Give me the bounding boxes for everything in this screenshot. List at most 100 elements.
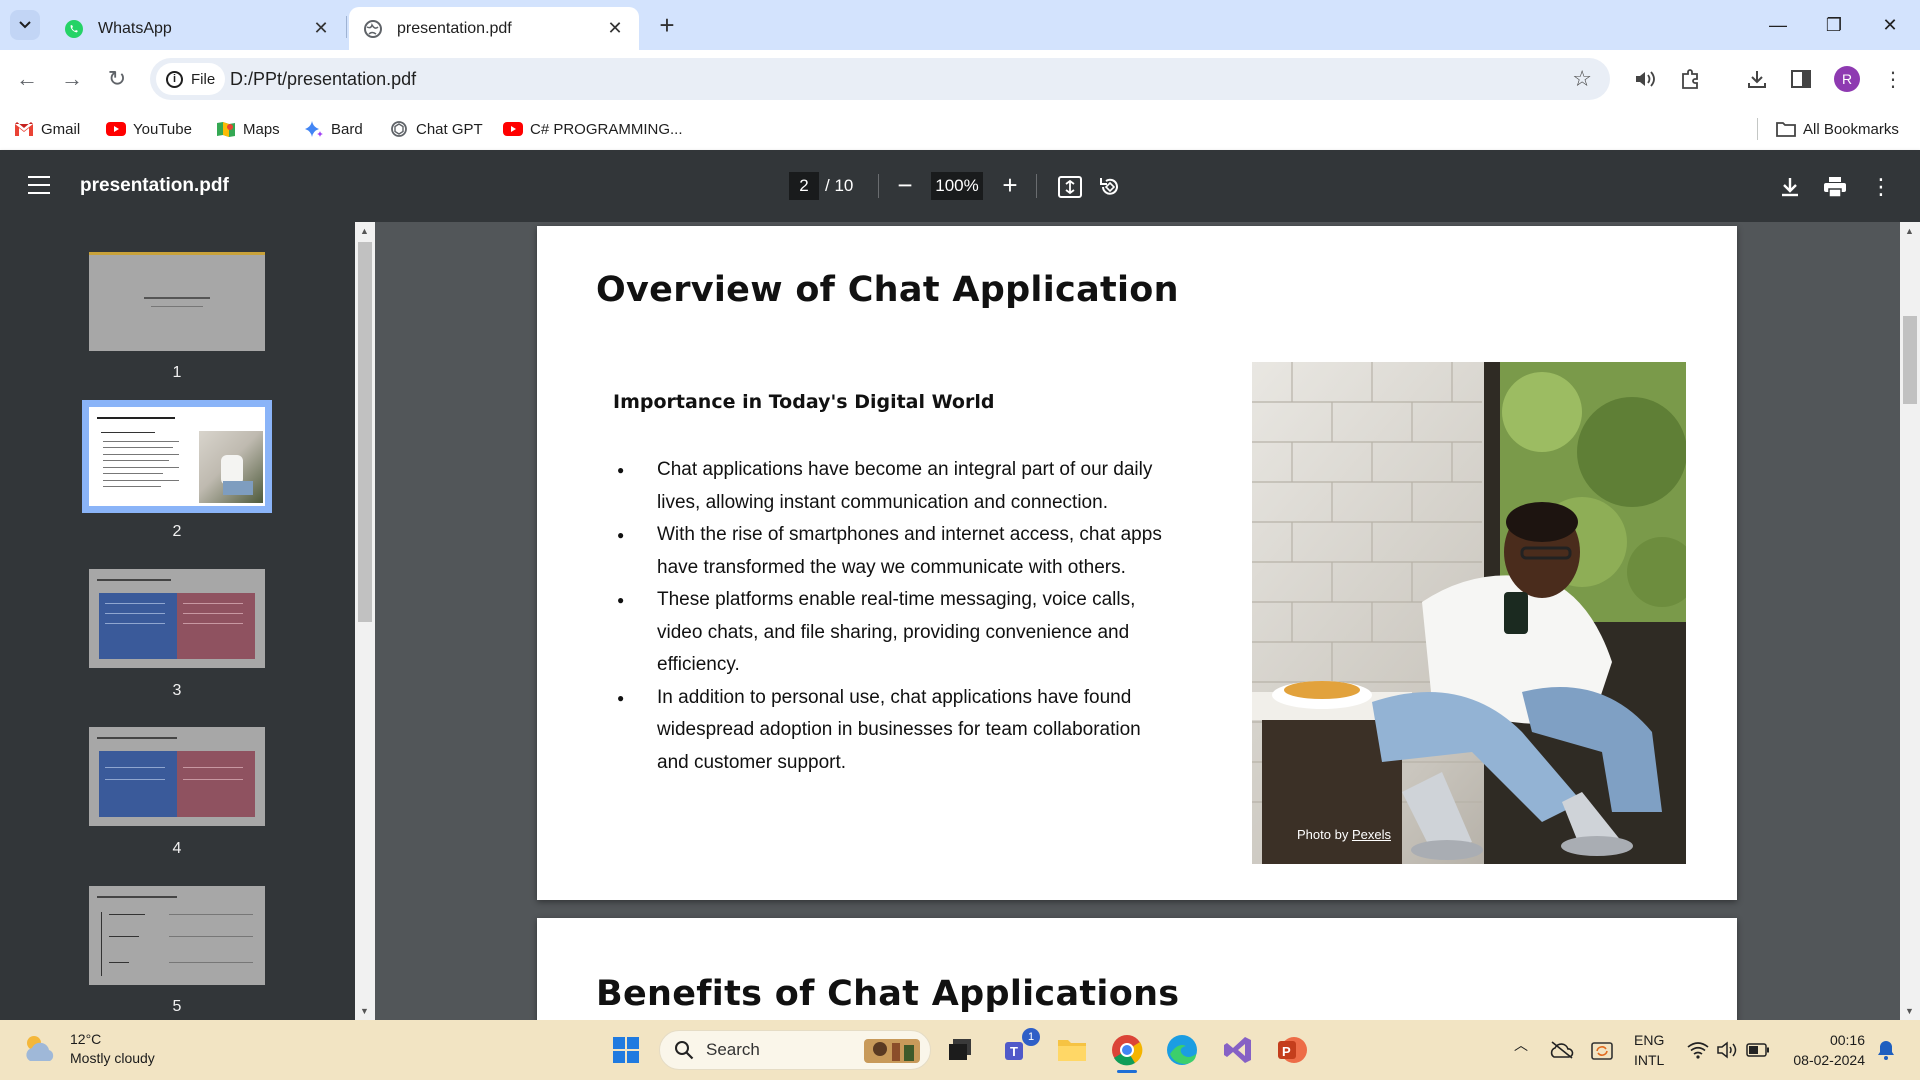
address-bar[interactable]: i File D:/PPt/presentation.pdf ☆: [150, 58, 1610, 100]
all-bookmarks[interactable]: All Bookmarks: [1776, 117, 1899, 141]
taskbar-search[interactable]: Search: [659, 1030, 931, 1070]
language-code: ENG: [1634, 1032, 1665, 1048]
tab-search-button[interactable]: [10, 10, 40, 40]
rotate-icon[interactable]: [1097, 174, 1123, 200]
taskbar: 12°C Mostly cloudy Search T 1 P ︿ ENG IN…: [0, 1020, 1920, 1080]
search-highlight-icon: [864, 1039, 920, 1063]
thumbnail-number: 5: [172, 998, 182, 1015]
thumbnail-page-4[interactable]: [89, 727, 265, 826]
read-aloud-icon[interactable]: [1630, 64, 1660, 94]
download-icon[interactable]: [1777, 174, 1803, 200]
scroll-up-icon[interactable]: ▲: [360, 226, 369, 236]
youtube-icon: [106, 122, 126, 136]
page-number-input[interactable]: 2: [789, 172, 819, 200]
chrome-icon[interactable]: [1109, 1032, 1145, 1073]
clock[interactable]: 00:16 08-02-2024: [1785, 1030, 1865, 1070]
svg-text:P: P: [1282, 1044, 1291, 1059]
zoom-in-icon[interactable]: +: [995, 170, 1025, 202]
pdf-page-2: Overview of Chat Application Importance …: [537, 226, 1737, 900]
scroll-up-icon[interactable]: ▲: [1905, 226, 1914, 236]
show-hidden-icons[interactable]: ︿: [1514, 1035, 1528, 1055]
zoom-out-icon[interactable]: −: [890, 170, 920, 202]
thumbnail-page-1[interactable]: [89, 252, 265, 351]
bookmark-bard[interactable]: Bard: [304, 117, 363, 141]
tab-close-icon[interactable]: ✕: [311, 18, 331, 39]
sync-icon[interactable]: [1584, 1032, 1620, 1068]
whatsapp-icon: [65, 19, 83, 38]
tab-presentation[interactable]: presentation.pdf ✕: [349, 7, 639, 50]
print-icon[interactable]: [1822, 174, 1848, 200]
menu-icon[interactable]: [28, 176, 50, 194]
document-scrollbar[interactable]: ▲ ▼: [1900, 222, 1920, 1020]
powerpoint-icon[interactable]: P: [1274, 1032, 1310, 1068]
restore-icon[interactable]: ❐: [1806, 8, 1862, 42]
gmail-icon: [15, 122, 33, 136]
browser-menu-icon[interactable]: ⋮: [1878, 64, 1908, 94]
photo-credit-link[interactable]: Pexels: [1352, 827, 1391, 842]
file-explorer-icon[interactable]: [1054, 1032, 1090, 1068]
tab-close-icon[interactable]: ✕: [605, 18, 625, 39]
bookmark-youtube[interactable]: YouTube: [106, 117, 192, 141]
close-window-icon[interactable]: ✕: [1862, 8, 1918, 42]
battery-icon[interactable]: [1740, 1032, 1776, 1068]
tab-whatsapp[interactable]: WhatsApp ✕: [50, 7, 345, 50]
teams-badge: 1: [1022, 1028, 1040, 1046]
slide-title: Overview of Chat Application: [596, 270, 1179, 310]
edge-icon[interactable]: [1164, 1032, 1200, 1068]
reload-icon[interactable]: ↻: [102, 64, 132, 94]
language-indicator[interactable]: ENG INTL: [1634, 1030, 1664, 1070]
scroll-down-icon[interactable]: ▼: [360, 1006, 369, 1016]
bookmark-gmail[interactable]: Gmail: [14, 117, 80, 141]
weather-widget[interactable]: 12°C Mostly cloudy: [22, 1030, 155, 1068]
toolbar-divider: [1036, 174, 1037, 198]
extensions-icon[interactable]: [1676, 64, 1706, 94]
zoom-input[interactable]: 100%: [931, 172, 983, 200]
teams-icon[interactable]: T 1: [1000, 1028, 1040, 1068]
pdf-page-3: Benefits of Chat Applications: [537, 918, 1737, 1020]
visual-studio-icon[interactable]: [1220, 1032, 1256, 1068]
scheme-label: File: [191, 70, 216, 88]
globe-icon: [364, 19, 382, 38]
clock-time: 00:16: [1829, 1032, 1865, 1048]
onedrive-offline-icon[interactable]: [1544, 1032, 1580, 1068]
bullet-item: In addition to personal use, chat applic…: [613, 682, 1173, 780]
minimize-icon[interactable]: —: [1750, 8, 1806, 42]
slide-subheading: Importance in Today's Digital World: [613, 391, 995, 413]
scrollbar-thumb[interactable]: [358, 242, 372, 622]
scrollbar-thumb[interactable]: [1903, 316, 1917, 404]
folder-icon: [1776, 122, 1796, 137]
back-icon[interactable]: ←: [12, 64, 42, 94]
bullet-item: With the rise of smartphones and interne…: [613, 519, 1173, 584]
document-viewport[interactable]: Overview of Chat Application Importance …: [375, 222, 1900, 1020]
bookmark-label: Maps: [243, 120, 280, 138]
site-info-chip[interactable]: i File: [156, 63, 226, 95]
bookmark-label: Chat GPT: [416, 120, 483, 138]
thumbnail-page-5[interactable]: [89, 886, 265, 985]
search-placeholder: Search: [706, 1040, 760, 1059]
new-tab-button[interactable]: +: [652, 10, 682, 40]
bard-icon: [305, 121, 323, 137]
downloads-icon[interactable]: [1742, 64, 1772, 94]
bookmark-star-icon[interactable]: ☆: [1572, 66, 1592, 92]
bookmark-chatgpt[interactable]: Chat GPT: [389, 117, 483, 141]
url-text[interactable]: D:/PPt/presentation.pdf: [230, 69, 416, 90]
thumbnail-page-2[interactable]: [82, 400, 272, 513]
browser-toolbar: ← → ↻ i File D:/PPt/presentation.pdf ☆ R…: [0, 50, 1920, 108]
windows-start-icon[interactable]: [608, 1032, 644, 1068]
thumbnail-page-3[interactable]: [89, 569, 265, 668]
task-view-icon[interactable]: [942, 1032, 978, 1068]
profile-avatar[interactable]: R: [1834, 66, 1860, 92]
bullet-item: These platforms enable real-time messagi…: [613, 584, 1173, 682]
more-options-icon[interactable]: ⋮: [1868, 174, 1894, 200]
bookmark-label: Gmail: [41, 120, 81, 138]
sidebar-scrollbar[interactable]: ▲ ▼: [355, 222, 375, 1020]
scroll-down-icon[interactable]: ▼: [1905, 1006, 1914, 1016]
bookmark-maps[interactable]: Maps: [216, 117, 280, 141]
bookmark-csharp[interactable]: C# PROGRAMMING...: [503, 117, 683, 141]
thumbnail-number: 1: [172, 364, 182, 381]
notification-bell-icon[interactable]: [1868, 1032, 1904, 1068]
forward-icon[interactable]: →: [57, 64, 87, 94]
side-panel-icon[interactable]: [1786, 64, 1816, 94]
thumbnail-sidebar: 1 2 3 4 5: [0, 222, 355, 1020]
fit-page-icon[interactable]: [1057, 174, 1083, 200]
